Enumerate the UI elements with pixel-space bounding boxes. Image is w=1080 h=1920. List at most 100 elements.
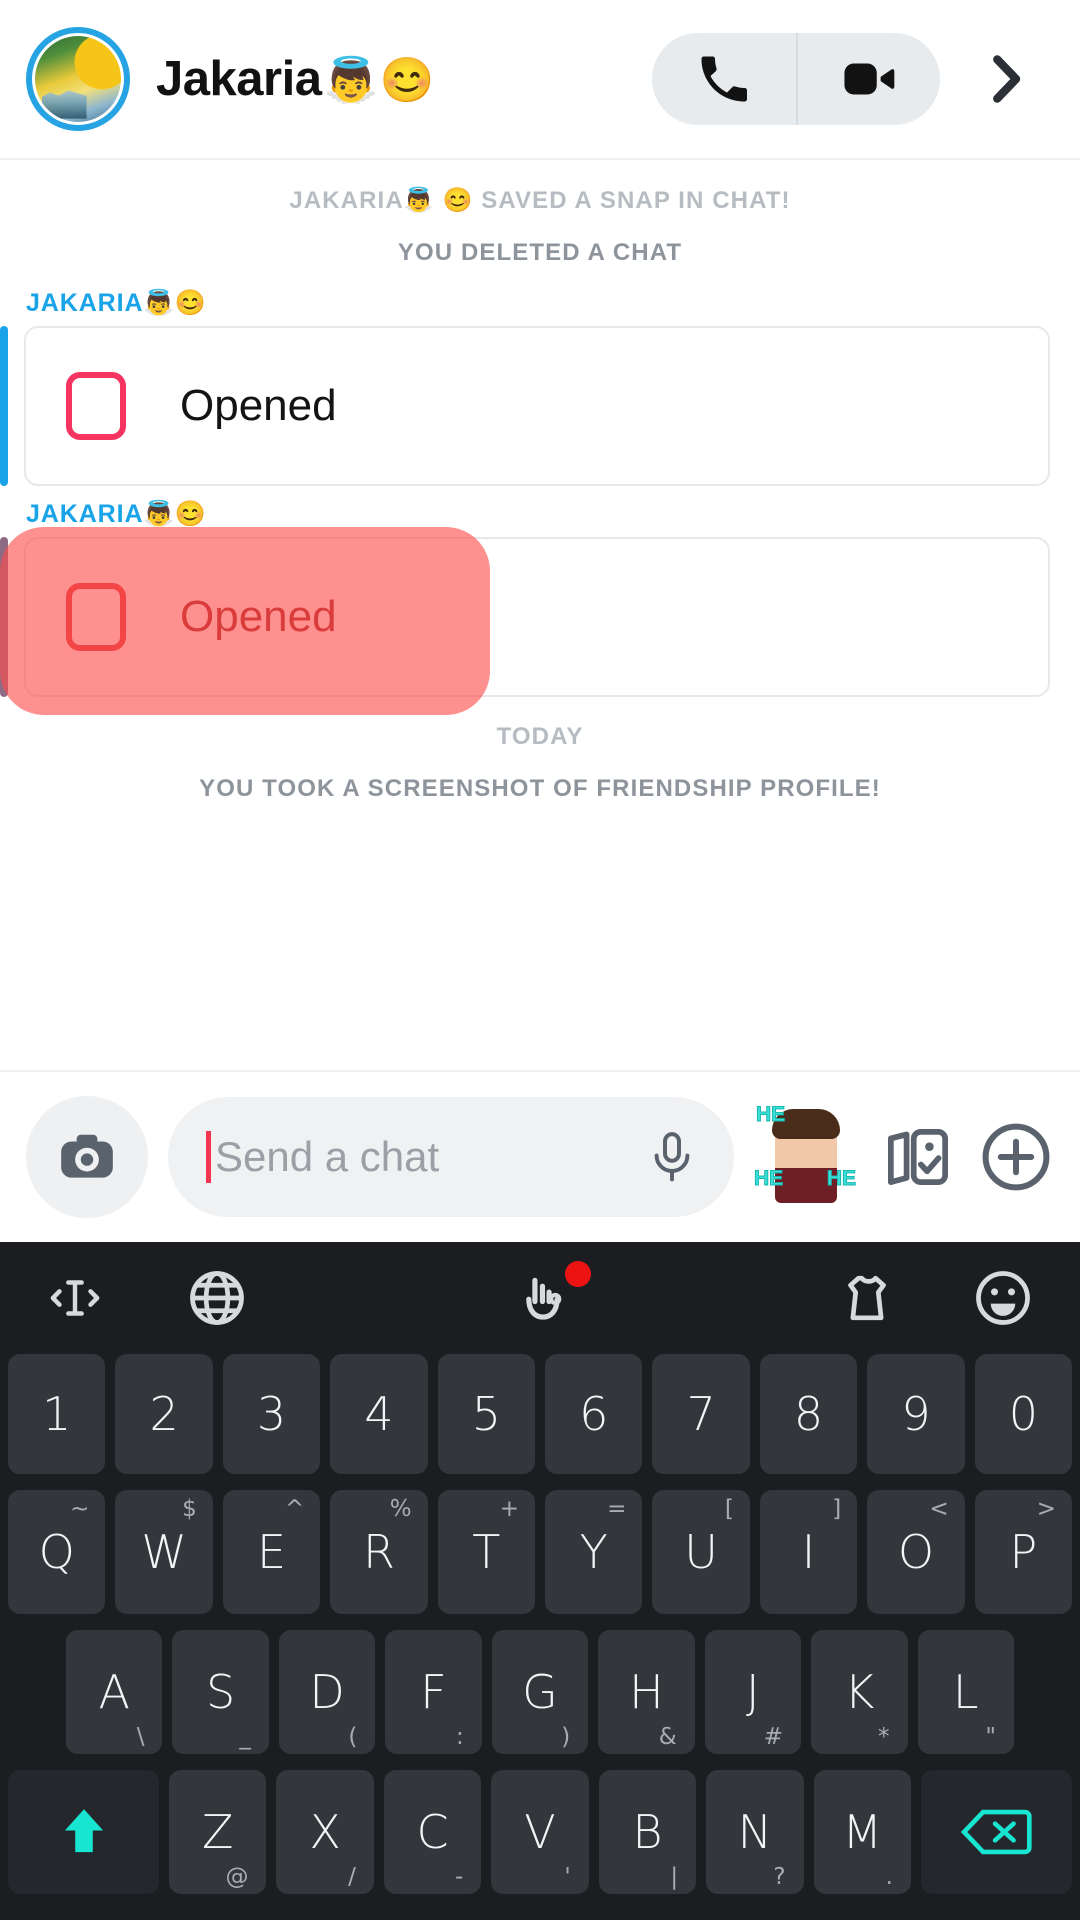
sticker-cards-button[interactable] <box>878 1117 958 1197</box>
snapchat-chat-screen: Jakaria👼😊 JAKARIA👼 😊 SAVED A SNAP IN CHA… <box>0 0 1080 1920</box>
key-label: O <box>897 1525 935 1579</box>
clothes-sticker-icon <box>848 1275 886 1321</box>
emoji-button[interactable] <box>970 1265 1036 1331</box>
key-secondary-symbol: " <box>985 1724 996 1750</box>
key-s[interactable]: _ S <box>172 1630 269 1754</box>
key-h[interactable]: & H <box>598 1630 695 1754</box>
key-l[interactable]: " L <box>917 1630 1014 1754</box>
snap-bubble-1[interactable]: Opened <box>24 326 1050 486</box>
key-m[interactable]: .M <box>813 1770 911 1894</box>
key-t[interactable]: + T <box>437 1490 536 1614</box>
sticker-clothes-button[interactable] <box>834 1265 900 1331</box>
key-secondary-symbol: . <box>885 1864 893 1890</box>
sender-emoji-angel: 👼 <box>143 289 175 317</box>
key-6[interactable]: 6 <box>545 1354 643 1474</box>
notification-badge <box>565 1261 591 1287</box>
video-camera-icon <box>844 63 895 95</box>
key-k[interactable]: * K <box>811 1630 908 1754</box>
key-x[interactable]: / X <box>276 1770 374 1894</box>
key-2[interactable]: 2 <box>115 1354 213 1474</box>
message-group-2: JAKARIA👼😊 Opened <box>0 490 1080 715</box>
key-label: U <box>684 1525 718 1579</box>
avatar-image <box>35 36 121 122</box>
key-label: I <box>801 1525 816 1579</box>
key-e[interactable]: ^ E <box>222 1490 321 1614</box>
key-label: K <box>844 1665 875 1719</box>
key-r[interactable]: % R <box>330 1490 428 1614</box>
key-g[interactable]: ) G <box>491 1630 589 1754</box>
backspace-key[interactable] <box>920 1770 1072 1894</box>
message-row-2[interactable]: Opened <box>0 527 1080 715</box>
snap-bubble-2[interactable]: Opened <box>24 537 1050 697</box>
key-w[interactable]: $ W <box>115 1490 213 1614</box>
system-message-deleted-chat: YOU DELETED A CHAT <box>397 239 683 266</box>
forward-chevron-button[interactable] <box>958 33 1054 125</box>
key-0[interactable]: 0 <box>974 1354 1073 1474</box>
sender-emoji-angel: 👼 <box>143 500 175 528</box>
add-attachment-button[interactable] <box>978 1119 1054 1195</box>
voice-call-button[interactable] <box>652 33 796 125</box>
key-secondary-symbol: _ <box>239 1724 251 1750</box>
key-secondary-symbol: [ <box>724 1496 734 1522</box>
bitmoji-text-1: HE <box>755 1103 786 1127</box>
message-accent-bar <box>0 537 8 697</box>
voice-record-button[interactable] <box>644 1129 700 1185</box>
key-y[interactable]: = Y <box>545 1490 643 1614</box>
bitmoji-sticker-button[interactable]: HE HE HE <box>754 1101 858 1213</box>
bitmoji-text-3: HE <box>826 1167 856 1191</box>
key-7[interactable]: 7 <box>652 1354 750 1474</box>
key-o[interactable]: < O <box>867 1490 965 1614</box>
chat-input-placeholder: Send a chat <box>215 1133 440 1180</box>
key-v[interactable]: ' V <box>491 1770 589 1894</box>
key-label: N <box>737 1805 773 1859</box>
cursor-move-button[interactable] <box>44 1267 106 1329</box>
key-n[interactable]: ? N <box>706 1770 804 1894</box>
key-d[interactable]: (D <box>278 1630 376 1754</box>
key-c[interactable]: -C <box>383 1770 482 1894</box>
key-i[interactable]: ] I <box>759 1490 858 1614</box>
key-secondary-symbol: ~ <box>70 1496 90 1522</box>
page-title[interactable]: Jakaria👼😊 <box>156 51 435 107</box>
handwriting-button[interactable] <box>509 1261 591 1331</box>
key-3[interactable]: 3 <box>222 1354 321 1474</box>
key-label: 2 <box>149 1387 179 1441</box>
chat-header: Jakaria👼😊 <box>0 0 1080 160</box>
key-p[interactable]: > P <box>974 1490 1073 1614</box>
key-u[interactable]: [U <box>652 1490 750 1614</box>
key-8[interactable]: 8 <box>759 1354 858 1474</box>
key-a[interactable]: \ A <box>66 1630 163 1754</box>
cursor-move-icon <box>50 1280 100 1316</box>
key-z[interactable]: @ Z <box>169 1770 267 1894</box>
key-9[interactable]: 9 <box>867 1354 965 1474</box>
shift-key[interactable] <box>8 1770 160 1894</box>
opened-snap-icon <box>66 372 126 440</box>
camera-button[interactable] <box>26 1096 148 1218</box>
key-1[interactable]: 1 <box>8 1354 106 1474</box>
video-call-button[interactable] <box>796 33 940 125</box>
contact-avatar[interactable] <box>26 27 130 131</box>
key-4[interactable]: 4 <box>330 1354 428 1474</box>
key-label: C <box>416 1805 449 1859</box>
key-q[interactable]: ~ Q <box>8 1490 106 1614</box>
key-label: E <box>256 1525 287 1579</box>
key-label: V <box>524 1805 556 1859</box>
key-j[interactable]: # J <box>704 1630 802 1754</box>
key-label: D <box>309 1665 345 1719</box>
key-5[interactable]: 5 <box>437 1354 536 1474</box>
sender-label-2: JAKARIA👼😊 <box>0 490 1080 537</box>
key-f[interactable]: :F <box>385 1630 482 1754</box>
chat-message-list[interactable]: JAKARIA👼 😊 SAVED A SNAP IN CHAT! YOU DEL… <box>0 160 1080 1070</box>
key-secondary-symbol: / <box>348 1864 356 1890</box>
chat-text-field[interactable]: Send a chat <box>168 1097 734 1217</box>
keyboard-row-asdf: \ A _ S(D: F) G & H # J * K " L <box>0 1630 1080 1754</box>
message-group-1: JAKARIA👼😊 Opened <box>0 279 1080 490</box>
camera-icon <box>61 1134 113 1178</box>
key-label: F <box>420 1665 447 1719</box>
contact-emoji-angel: 👼 <box>323 56 378 105</box>
key-b[interactable]: | B <box>598 1770 697 1894</box>
key-secondary-symbol: * <box>878 1724 890 1750</box>
language-switch-button[interactable] <box>184 1265 250 1331</box>
key-secondary-symbol: + <box>499 1496 520 1522</box>
keyboard-row-numbers: 1 2 3 4 5 6 7 8 9 0 <box>0 1354 1080 1474</box>
message-row-1[interactable]: Opened <box>0 326 1080 486</box>
